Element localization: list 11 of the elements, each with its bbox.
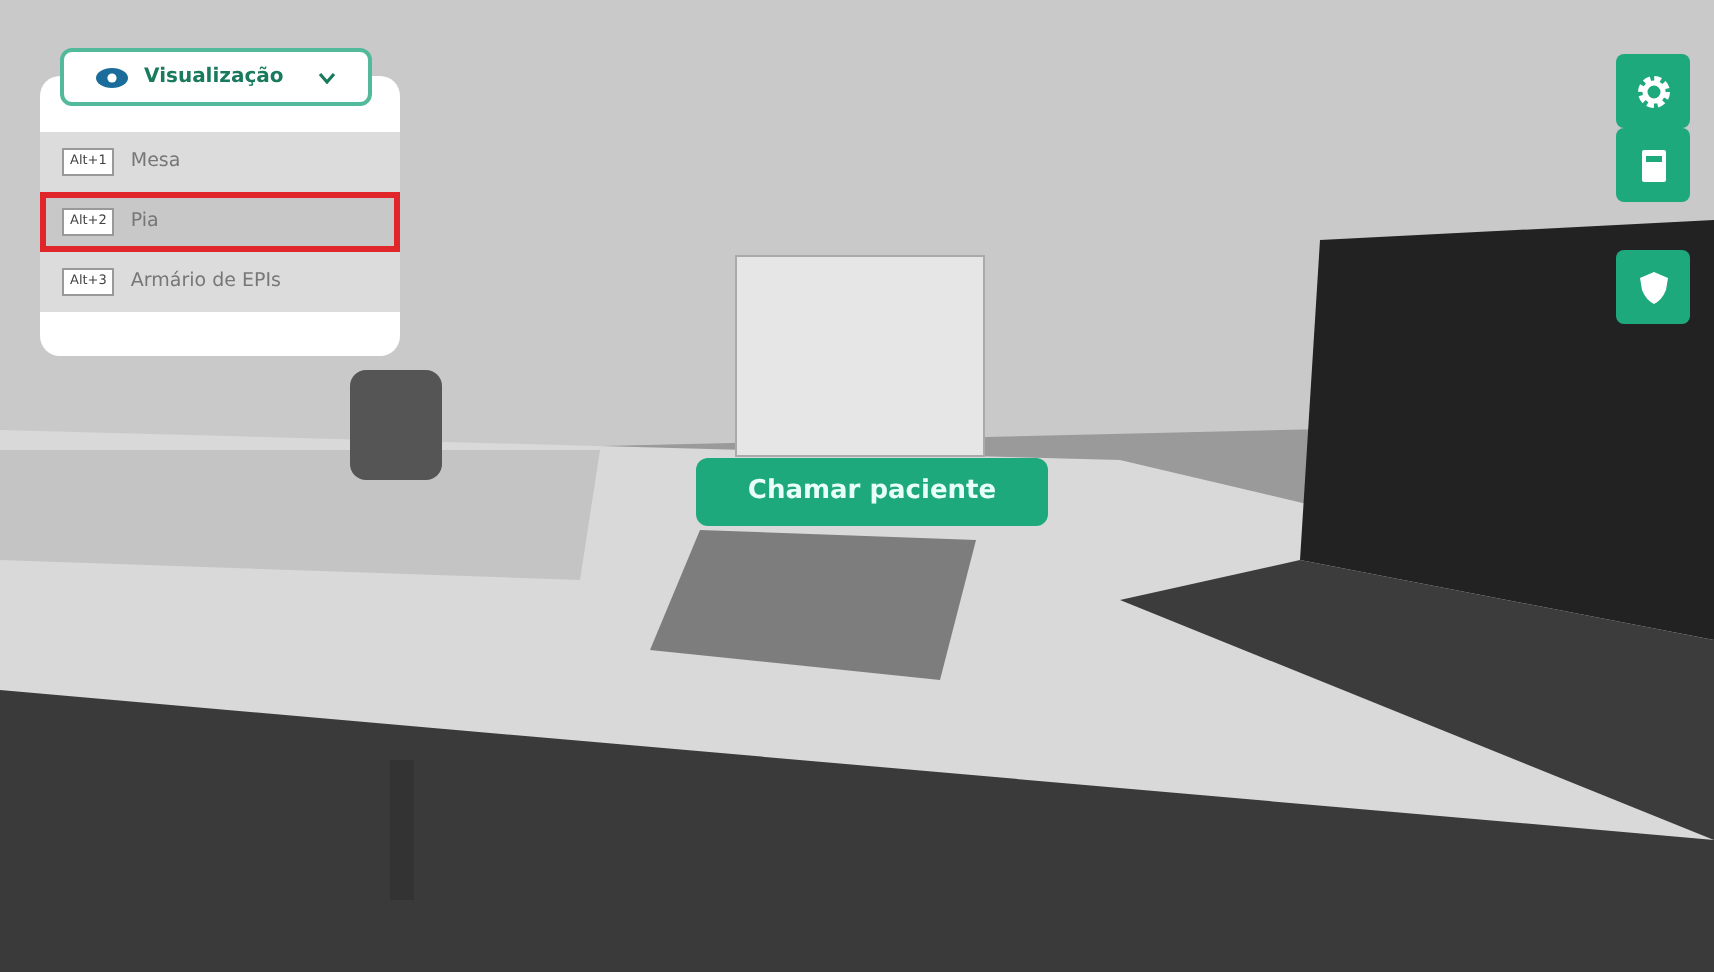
shield-button[interactable] bbox=[1616, 250, 1690, 324]
document-button[interactable] bbox=[1616, 128, 1690, 202]
option-label: Mesa bbox=[130, 147, 181, 176]
view-dropdown[interactable]: Visualização bbox=[60, 48, 372, 106]
option-label: Armário de EPIs bbox=[130, 267, 281, 296]
shield-icon bbox=[1635, 269, 1671, 305]
eye-icon bbox=[96, 67, 128, 87]
settings-button[interactable] bbox=[1616, 54, 1690, 128]
option-label: Pia bbox=[130, 207, 159, 236]
gear-icon bbox=[1635, 73, 1671, 109]
view-title: Visualização bbox=[144, 64, 286, 92]
